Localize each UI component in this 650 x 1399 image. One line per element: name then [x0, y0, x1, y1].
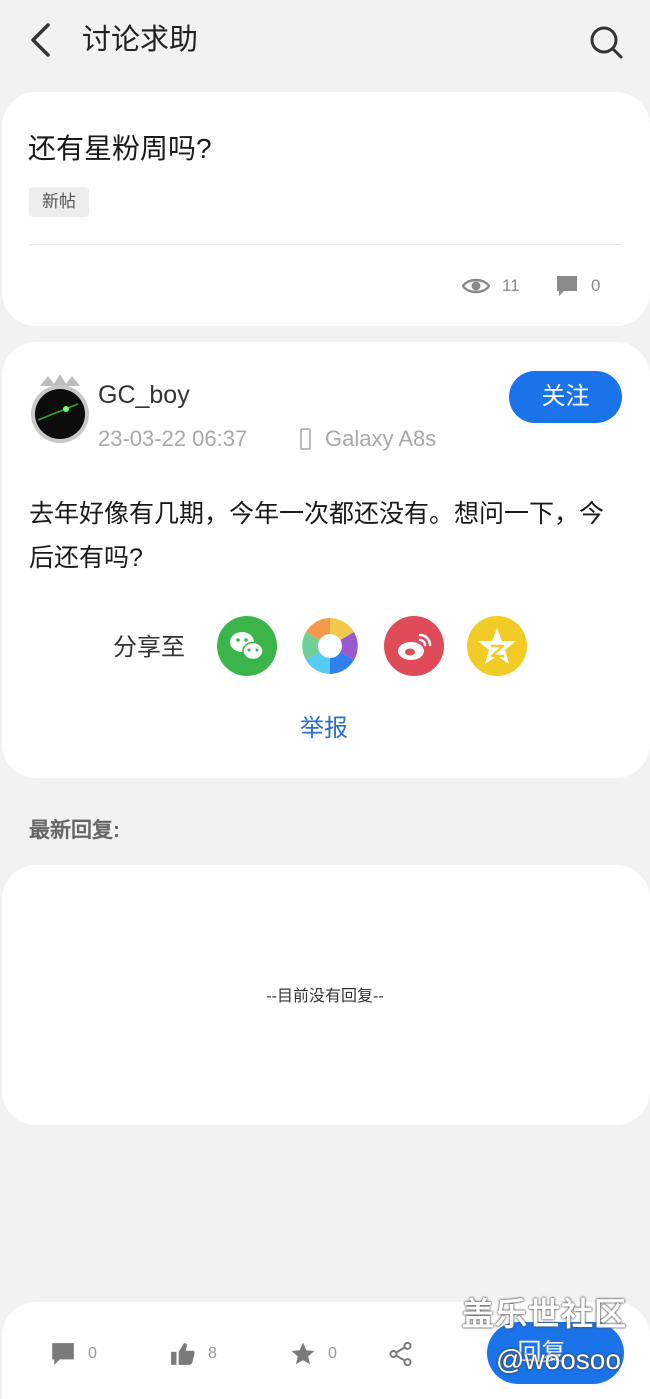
watermark-title: 盖乐世社区 [462, 1296, 628, 1332]
wechat-icon[interactable] [217, 616, 277, 676]
search-button[interactable] [586, 22, 626, 62]
share-icon [389, 1341, 412, 1367]
share-label: 分享至 [113, 634, 185, 661]
view-count: 11 [462, 270, 520, 302]
search-icon [590, 26, 623, 59]
favorite-count-value: 0 [328, 1345, 337, 1362]
report-link[interactable]: 举报 [300, 712, 348, 746]
comment-icon [557, 276, 577, 296]
device-info: Galaxy A8s [300, 424, 436, 454]
back-button[interactable] [22, 20, 58, 60]
watermark-handle: @woosoo [496, 1344, 621, 1375]
weibo-icon[interactable] [384, 616, 444, 676]
follow-button[interactable]: 关注 [509, 371, 622, 423]
share-button[interactable] [388, 1338, 426, 1370]
new-post-tag: 新帖 [29, 187, 89, 217]
comment-button[interactable]: 0 [50, 1338, 97, 1370]
chevron-left-icon [31, 23, 50, 57]
author-name[interactable]: GC_boy [98, 378, 190, 412]
post-title: 还有星粉周吗? [28, 133, 212, 164]
post-body: 去年好像有几期，今年一次都还没有。想问一下，今后还有吗? [29, 500, 605, 572]
avatar-image [31, 374, 89, 443]
post-date: 23-03-22 06:37 [98, 426, 248, 451]
top-bar: 讨论求助 [0, 0, 650, 80]
comment-count-value: 0 [591, 276, 601, 295]
comment-count-value: 0 [88, 1345, 97, 1362]
moments-icon[interactable] [300, 616, 360, 676]
latest-replies-heading: 最新回复: [29, 819, 120, 842]
avatar[interactable] [30, 372, 90, 444]
thumbs-up-icon [171, 1343, 195, 1365]
empty-replies-text: --目前没有回复-- [266, 988, 384, 1005]
star-icon [291, 1342, 315, 1365]
qzone-icon[interactable] [467, 616, 527, 676]
device-name: Galaxy A8s [325, 426, 437, 451]
favorite-button[interactable]: 0 [290, 1338, 337, 1370]
eye-icon [462, 278, 490, 294]
post-title-card [2, 92, 650, 326]
comment-count[interactable]: 0 [555, 270, 600, 302]
phone-icon [300, 428, 311, 450]
comment-icon [52, 1343, 74, 1365]
page-title: 讨论求助 [82, 24, 199, 56]
view-count-value: 11 [502, 276, 520, 295]
like-count-value: 8 [208, 1345, 217, 1362]
like-button[interactable]: 8 [170, 1338, 217, 1370]
divider [29, 244, 621, 245]
